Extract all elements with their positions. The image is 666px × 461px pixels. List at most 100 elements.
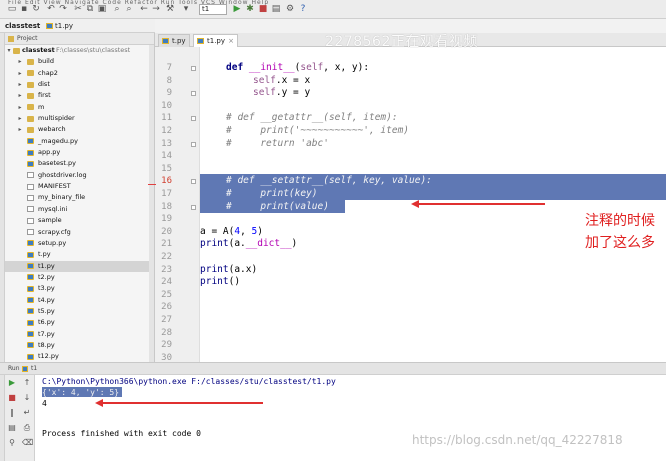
chevron-right-icon[interactable]: ▸ [17, 68, 23, 79]
coverage-icon[interactable]: ▤ [270, 3, 282, 15]
back-nav-icon[interactable]: ← [138, 3, 150, 15]
tree-item[interactable]: t2.py [5, 272, 154, 283]
save-icon[interactable]: ▪ [18, 3, 30, 15]
layout-icon[interactable]: ▤ [7, 423, 17, 433]
code-line-21: print(a.__dict__) [200, 238, 298, 250]
line-number: 17 [161, 189, 172, 199]
tree-item[interactable]: ▸ build [5, 56, 154, 67]
tree-item[interactable]: ▸ webarch [5, 124, 154, 135]
code-line-23: print(a.x) [200, 263, 258, 275]
debug-icon[interactable]: ✱ [244, 3, 256, 15]
fold-marker[interactable] [191, 179, 196, 185]
chevron-right-icon[interactable]: ▸ [17, 113, 23, 124]
fold-marker[interactable] [191, 91, 196, 97]
annotation-note: 注释的时候加了这么多 [585, 213, 655, 251]
tree-item[interactable]: scrapy.cfg [5, 227, 154, 238]
fold-marker[interactable] [191, 204, 196, 210]
folder-icon [27, 104, 34, 111]
scroll-up-icon[interactable]: ↑ [22, 378, 32, 388]
forward-icon[interactable]: ↷ [57, 3, 69, 15]
chevron-down-icon[interactable]: ▾ [6, 45, 12, 56]
back-icon[interactable]: ↶ [45, 3, 57, 15]
run-panel-header: Run t1 [0, 362, 666, 375]
breadcrumb-project[interactable]: classtest [2, 21, 43, 31]
find-icon[interactable]: ⌕ [111, 3, 123, 15]
tree-item[interactable]: t5.py [5, 306, 154, 317]
scroll-down-icon[interactable]: ↓ [22, 393, 32, 403]
tree-item[interactable]: setup.py [5, 238, 154, 249]
line-number: 21 [161, 239, 172, 250]
stop-icon[interactable]: ■ [257, 3, 269, 15]
print-icon[interactable]: ⎙ [22, 423, 32, 433]
replace-icon[interactable]: ⌕ [123, 3, 135, 15]
file-icon [27, 172, 34, 179]
tree-item-label: my_binary_file [38, 193, 86, 202]
pause-icon[interactable]: ‖ [7, 408, 17, 418]
line-number: 20 [161, 226, 172, 237]
project-tree: ▾ classtest F:\classes\stu\classtest ▸ bu… [5, 45, 154, 362]
forward-nav-icon[interactable]: → [150, 3, 162, 15]
file-icon [27, 194, 34, 201]
line-number: 25 [161, 289, 172, 300]
tree-item[interactable]: ▸ first [5, 90, 154, 101]
chevron-right-icon[interactable]: ▸ [17, 102, 23, 113]
chevron-right-icon[interactable]: ▸ [17, 79, 23, 90]
copy-icon[interactable]: ⧉ [84, 3, 96, 15]
tree-item[interactable]: ▸ chap2 [5, 68, 154, 79]
paste-icon[interactable]: ▣ [96, 3, 108, 15]
run-console[interactable]: C:\Python\Python366\python.exe F:/classe… [35, 375, 666, 461]
tree-item[interactable]: MANIFEST [5, 181, 154, 192]
tree-root[interactable]: ▾ classtest F:\classes\stu\classtest [5, 45, 154, 56]
clear-icon[interactable]: ⌫ [22, 438, 33, 448]
tab-t1-py[interactable]: t1.py × [193, 34, 238, 47]
python-file-icon [27, 138, 34, 145]
chevron-right-icon[interactable]: ▸ [17, 56, 23, 67]
chevron-right-icon[interactable]: ▸ [17, 124, 23, 135]
breadcrumb-file[interactable]: t1.py [44, 21, 76, 31]
run-config-select[interactable]: t1 [199, 4, 227, 15]
tree-item[interactable]: basetest.py [5, 158, 154, 169]
run-config-label[interactable]: t1 [31, 363, 37, 375]
tree-item[interactable]: my_binary_file [5, 192, 154, 203]
code-line-12: # print('~~~~~~~~~~~', item) [226, 125, 410, 136]
tree-item-label: first [38, 91, 51, 100]
cut-icon[interactable]: ✂ [72, 3, 84, 15]
tree-item[interactable]: t.py [5, 249, 154, 260]
soft-wrap-icon[interactable]: ↵ [22, 408, 32, 418]
tree-item[interactable]: t8.py [5, 340, 154, 351]
tree-item[interactable]: ▸ m [5, 102, 154, 113]
toolbar: File Edit View Navigate Code Refactor Ru… [0, 0, 666, 19]
tree-item[interactable]: mysql.ini [5, 204, 154, 215]
help-icon[interactable]: ? [297, 3, 309, 15]
line-number: 29 [161, 340, 172, 351]
fold-marker[interactable] [191, 66, 196, 71]
run-icon[interactable]: ▶ [231, 3, 243, 15]
tree-item[interactable]: t1.py [5, 260, 154, 272]
open-icon[interactable]: ▭ [6, 3, 18, 15]
pin-icon[interactable]: ⚲ [7, 438, 17, 448]
tree-item[interactable]: _magedu.py [5, 136, 154, 147]
stop-icon[interactable]: ■ [7, 393, 17, 403]
tree-item[interactable]: ghostdriver.log [5, 170, 154, 181]
tree-item[interactable]: ▸ dist [5, 79, 154, 90]
python-file-icon [162, 38, 169, 44]
tree-item[interactable]: app.py [5, 147, 154, 158]
close-icon[interactable]: × [228, 35, 234, 47]
tree-item[interactable]: sample [5, 215, 154, 226]
fold-marker[interactable] [191, 141, 196, 147]
tab-t-py[interactable]: t.py [158, 34, 190, 47]
tree-item[interactable]: t3.py [5, 283, 154, 294]
settings-icon[interactable]: ⚙ [284, 3, 296, 15]
console-output-value: 4 [42, 399, 47, 408]
sync-icon[interactable]: ↻ [30, 3, 42, 15]
project-scrollbar[interactable] [149, 45, 154, 362]
tree-item[interactable]: t12.py [5, 351, 154, 362]
tree-item[interactable]: ▸ multispider [5, 113, 154, 124]
tree-item[interactable]: t7.py [5, 329, 154, 340]
build-icon[interactable]: ⚒ [164, 3, 176, 15]
tree-item[interactable]: t4.py [5, 295, 154, 306]
rerun-icon[interactable]: ▶ [7, 378, 17, 388]
chevron-right-icon[interactable]: ▸ [17, 90, 23, 101]
fold-marker[interactable] [191, 116, 196, 122]
tree-item[interactable]: t6.py [5, 317, 154, 328]
